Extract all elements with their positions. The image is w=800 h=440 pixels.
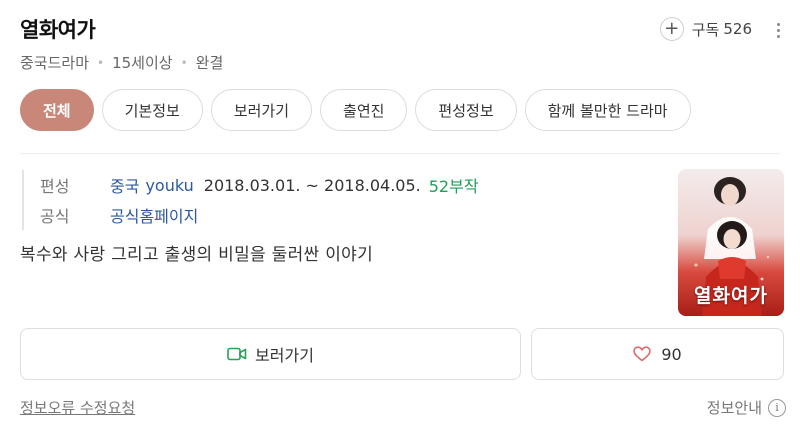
- info-icon: i: [768, 398, 786, 417]
- channel-link[interactable]: youku: [145, 176, 193, 195]
- drama-meta: 중국드라마 • 15세이상 • 완결: [20, 52, 223, 73]
- info-guide-button[interactable]: 정보안내 i: [707, 397, 786, 418]
- drama-title: 열화여가: [20, 18, 96, 42]
- status-text: 완결: [195, 54, 224, 72]
- heart-icon: [633, 346, 652, 362]
- watch-button[interactable]: 보러가기: [20, 328, 521, 380]
- divider: [20, 153, 780, 154]
- like-button[interactable]: 90: [531, 328, 784, 380]
- separator-dot: •: [97, 55, 105, 70]
- header: 열화여가: [20, 14, 96, 44]
- official-label: 공식: [40, 207, 70, 226]
- tab-recommended[interactable]: 함께 볼만한 드라마: [524, 89, 691, 131]
- info-block: 편성 중국 youku 2018.03.01. ~ 2018.04.05. 52…: [22, 170, 479, 230]
- separator-dot: •: [180, 55, 188, 70]
- synopsis: 복수와 사랑 그리고 출생의 비밀을 둘러싼 이야기: [20, 245, 374, 265]
- episode-count[interactable]: 52부작: [429, 173, 479, 197]
- subscribe-count: 526: [723, 20, 752, 38]
- country-link[interactable]: 중국: [110, 173, 139, 197]
- broadcast-period: 2018.03.01. ~ 2018.04.05.: [203, 175, 421, 195]
- rating-text: 15세이상: [112, 54, 173, 72]
- tab-all[interactable]: 전체: [20, 89, 94, 131]
- subscribe-label: 구독: [691, 20, 720, 39]
- tab-bar: 전체 기본정보 보러가기 출연진 편성정보 함께 볼만한 드라마: [20, 89, 691, 131]
- report-error-link[interactable]: 정보오류 수정요청: [20, 397, 135, 418]
- info-guide-label: 정보안내: [706, 399, 762, 417]
- tab-cast[interactable]: 출연진: [320, 89, 408, 131]
- official-homepage-link[interactable]: 공식홈페이지: [110, 203, 198, 227]
- official-row: 공식 공식홈페이지: [40, 200, 479, 230]
- broadcast-label: 편성: [40, 177, 70, 196]
- genre-text: 중국드라마: [20, 54, 90, 72]
- subscribe-button[interactable]: + 구독 526: [659, 17, 752, 41]
- broadcast-row: 편성 중국 youku 2018.03.01. ~ 2018.04.05. 52…: [40, 170, 479, 200]
- plus-icon: +: [659, 17, 684, 41]
- watch-label: 보러가기: [255, 346, 314, 365]
- tab-basic-info[interactable]: 기본정보: [101, 89, 203, 131]
- tab-schedule[interactable]: 편성정보: [415, 89, 517, 131]
- poster-image[interactable]: 열화여가: [678, 169, 784, 316]
- poster-title: 열화여가: [694, 285, 768, 307]
- tab-watch[interactable]: 보러가기: [210, 89, 313, 131]
- like-count: 90: [661, 344, 682, 364]
- more-options-icon[interactable]: [770, 16, 786, 44]
- video-camera-icon: [227, 346, 247, 362]
